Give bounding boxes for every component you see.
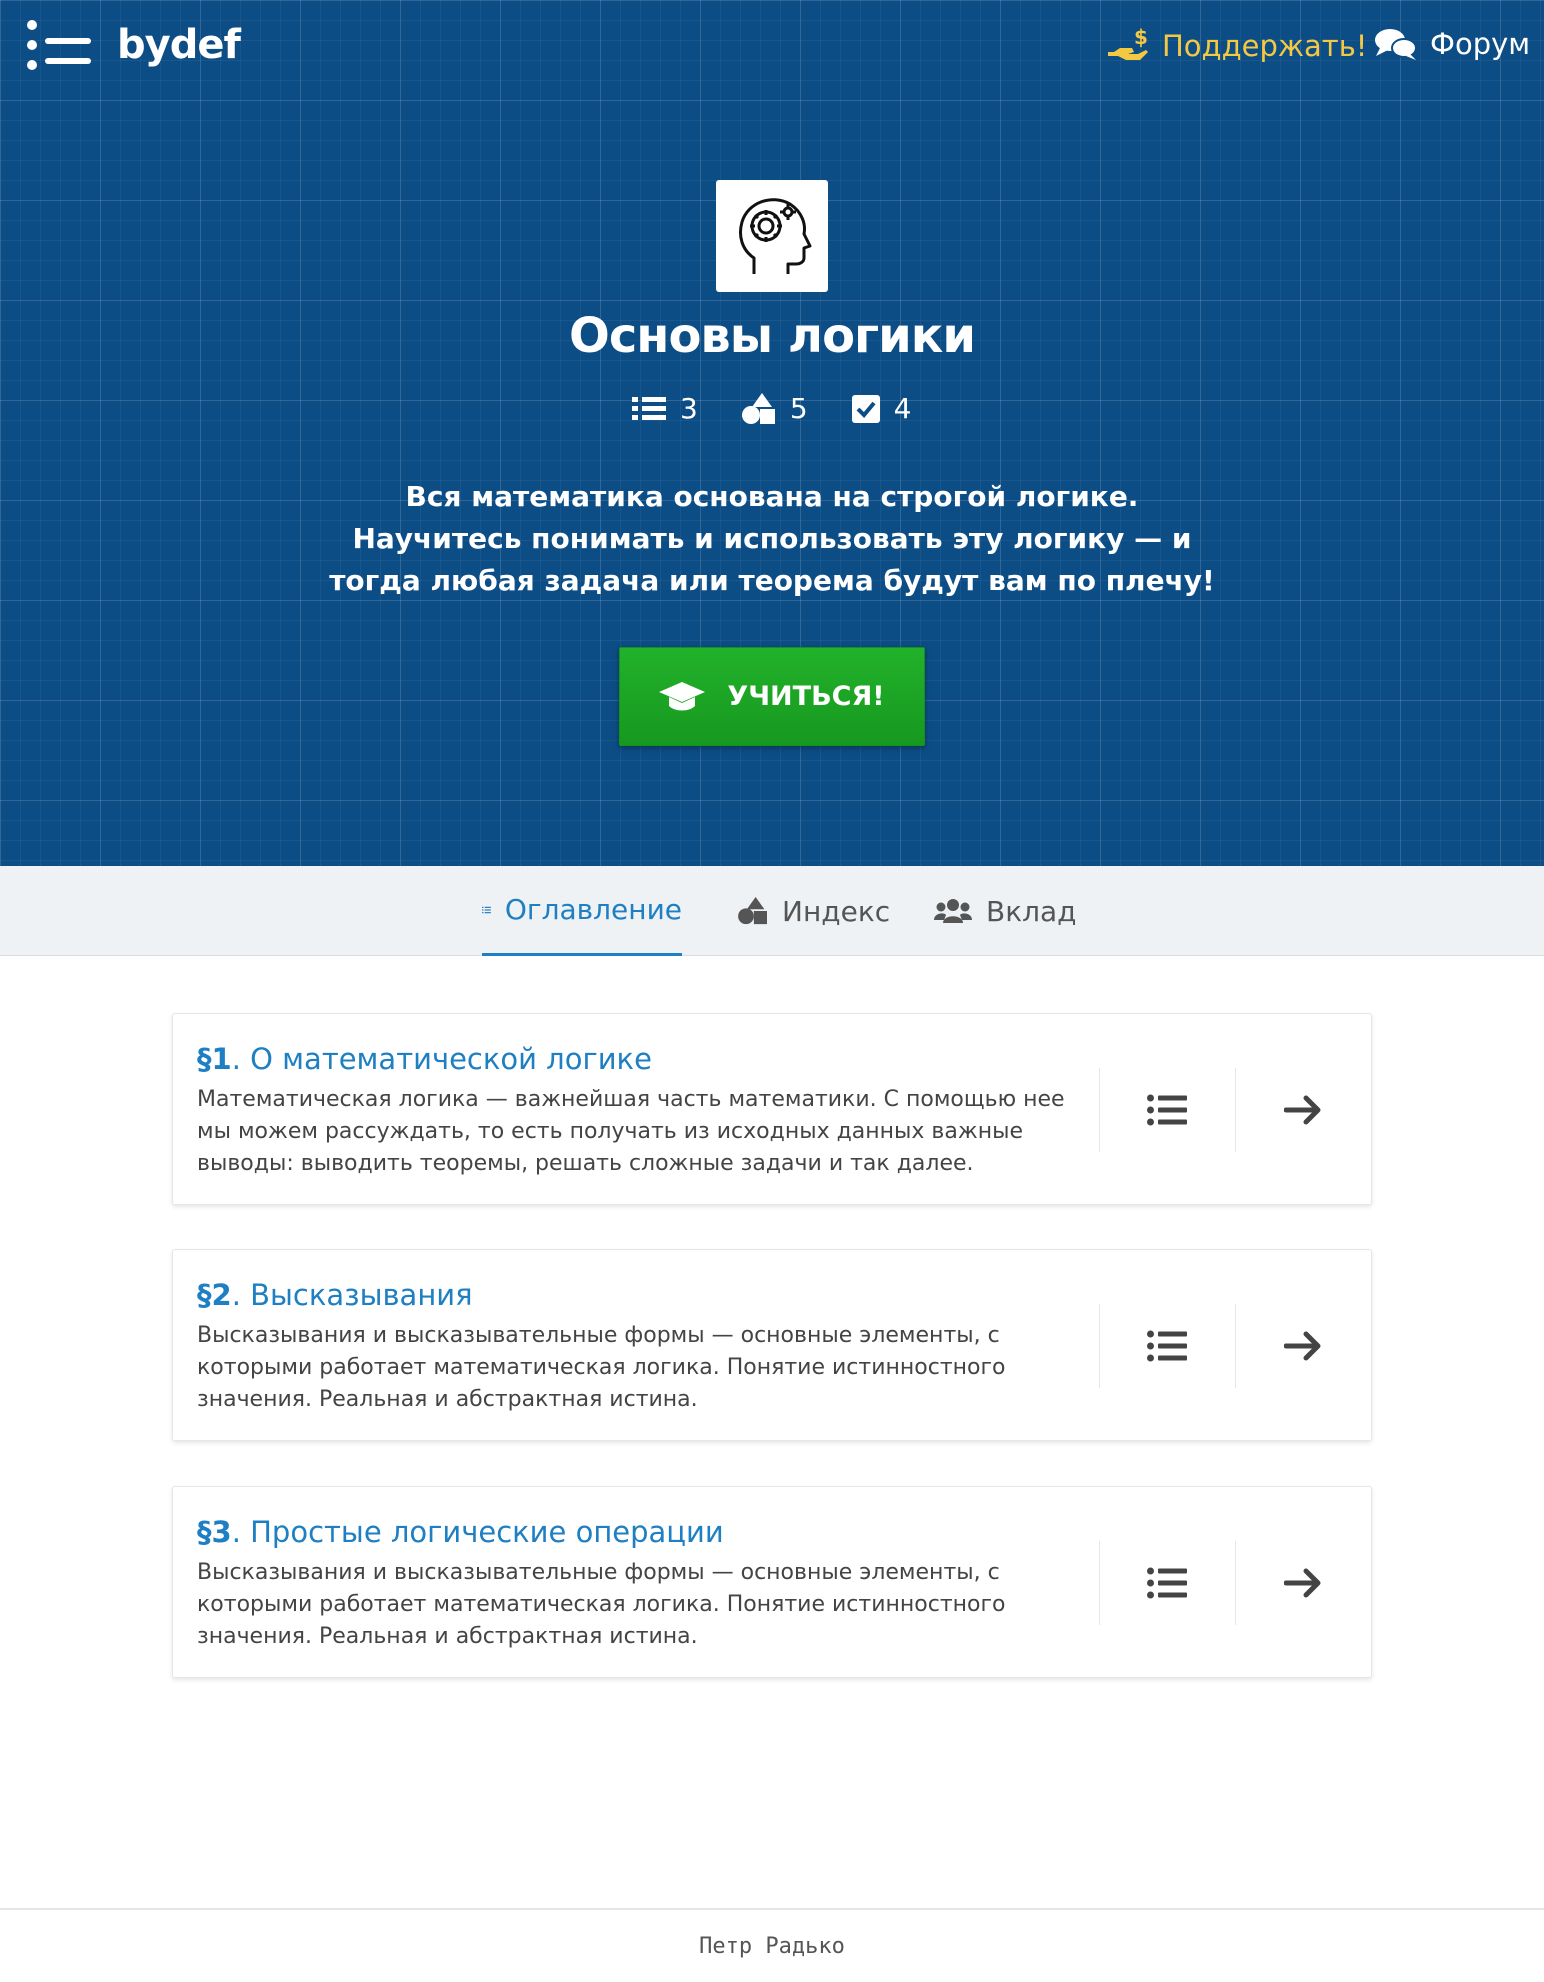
learn-button-label: УЧИТЬСЯ! xyxy=(727,681,885,712)
arrow-right-icon xyxy=(1284,1331,1321,1361)
card-divider xyxy=(1099,1304,1100,1388)
list-icon xyxy=(1147,1567,1187,1599)
tab-contribution[interactable]: Вклад xyxy=(934,866,1077,956)
section-card: §2. Высказывания Высказывания и высказыв… xyxy=(172,1249,1372,1441)
stat-definitions-count: 5 xyxy=(789,392,808,425)
list-icon xyxy=(1147,1330,1187,1362)
tab-contribution-label: Вклад xyxy=(986,894,1077,928)
forum-label: Форум xyxy=(1430,27,1531,61)
section-description: Математическая логика — важнейшая часть … xyxy=(197,1087,1065,1176)
stat-exercises: 4 xyxy=(851,392,912,425)
svg-text:$: $ xyxy=(1134,26,1148,49)
stat-sections-count: 3 xyxy=(680,392,698,425)
course-tabs: Оглавление Индекс Вклад xyxy=(0,866,1544,956)
tab-index[interactable]: Индекс xyxy=(738,866,890,956)
hero-banner: bydef $ Поддержать! Форум Основы логики xyxy=(0,0,1544,866)
tab-index-label: Индекс xyxy=(782,894,891,928)
card-divider xyxy=(1235,1541,1236,1625)
section-card-body: §1. О математической логике Математическ… xyxy=(197,1040,1077,1180)
section-open-button[interactable] xyxy=(1253,1060,1353,1160)
section-contents-button[interactable] xyxy=(1117,1296,1217,1396)
site-logo[interactable]: bydef xyxy=(25,18,241,72)
list-icon xyxy=(482,906,491,913)
support-label: Поддержать! xyxy=(1162,29,1368,63)
logo-text: bydef xyxy=(117,22,241,68)
section-contents-button[interactable] xyxy=(1117,1533,1217,1633)
users-icon xyxy=(934,899,972,923)
section-title-link[interactable]: §2. Высказывания xyxy=(197,1276,1077,1314)
section-open-button[interactable] xyxy=(1253,1533,1353,1633)
learn-button[interactable]: УЧИТЬСЯ! xyxy=(619,647,925,746)
section-card: §3. Простые логические операции Высказыв… xyxy=(172,1486,1372,1678)
card-divider xyxy=(1235,1304,1236,1388)
tab-contents-label: Оглавление xyxy=(504,893,682,926)
section-card-body: §3. Простые логические операции Высказыв… xyxy=(197,1513,1077,1653)
footer-divider xyxy=(0,1908,1544,1910)
forum-link[interactable]: Форум xyxy=(1374,26,1530,62)
arrow-right-icon xyxy=(1284,1568,1321,1598)
donate-hand-icon: $ xyxy=(1108,26,1148,60)
section-title: . О математической логике xyxy=(231,1042,652,1076)
section-description: Высказывания и высказывательные формы — … xyxy=(197,1560,1006,1649)
section-title-link[interactable]: §1. О математической логике xyxy=(197,1040,1077,1078)
support-link[interactable]: $ Поддержать! xyxy=(1106,26,1367,66)
list-icon xyxy=(632,396,666,420)
course-title: Основы логики xyxy=(569,308,976,364)
card-divider xyxy=(1235,1068,1236,1152)
footer-author[interactable]: Петр Радько xyxy=(0,1934,1544,1959)
section-title-link[interactable]: §3. Простые логические операции xyxy=(197,1513,1077,1551)
stat-definitions: 5 xyxy=(741,392,808,425)
stat-exercises-count: 4 xyxy=(893,392,912,425)
section-card-body: §2. Высказывания Высказывания и высказыв… xyxy=(197,1276,1077,1416)
section-number: §3 xyxy=(197,1515,232,1549)
section-number: §1 xyxy=(197,1042,232,1076)
card-divider xyxy=(1099,1541,1100,1625)
section-number: §2 xyxy=(197,1278,232,1312)
comments-icon xyxy=(1375,29,1417,60)
menu-icon[interactable] xyxy=(25,18,95,72)
card-divider xyxy=(1099,1068,1100,1152)
checkbox-icon xyxy=(851,394,880,423)
head-gear-icon xyxy=(716,180,828,292)
shapes-icon xyxy=(738,897,767,925)
arrow-right-icon xyxy=(1284,1095,1321,1125)
tab-contents[interactable]: Оглавление xyxy=(482,866,682,956)
section-card: §1. О математической логике Математическ… xyxy=(172,1013,1372,1205)
stat-sections: 3 xyxy=(632,392,698,425)
course-stats: 3 5 4 xyxy=(632,392,911,425)
shapes-icon xyxy=(741,392,775,424)
section-description: Высказывания и высказывательные формы — … xyxy=(197,1323,1006,1412)
course-description: Вся математика основана на строгой логик… xyxy=(329,480,1215,597)
section-open-button[interactable] xyxy=(1253,1296,1353,1396)
section-title: . Простые логические операции xyxy=(231,1515,724,1549)
list-icon xyxy=(1147,1094,1187,1126)
graduation-cap-icon xyxy=(659,681,706,710)
section-contents-button[interactable] xyxy=(1117,1060,1217,1160)
section-title: . Высказывания xyxy=(231,1278,473,1312)
